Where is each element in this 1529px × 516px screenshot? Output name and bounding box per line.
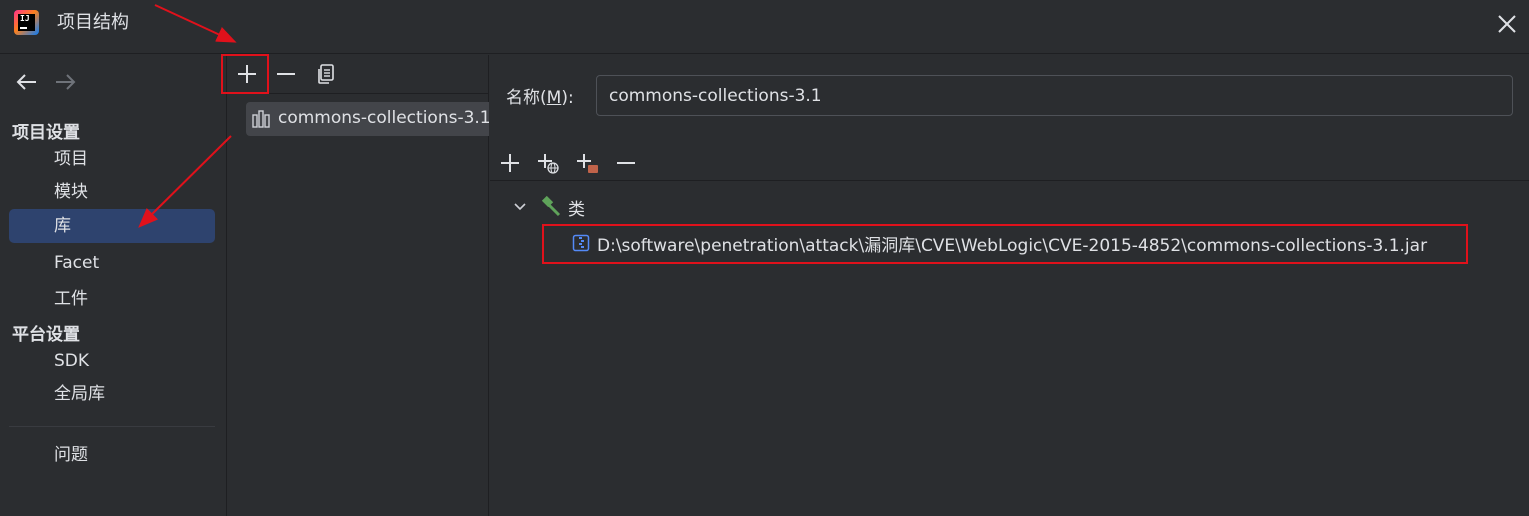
library-roots-toolbar [490,147,1529,181]
library-details-panel: 名称(M): commons-collections-3.1 类 D:\soft… [490,55,1529,516]
remove-root-button[interactable] [614,151,638,175]
name-label-mnemonic: M [546,88,562,108]
libraries-toolbar [228,55,489,94]
sidebar-item-libraries[interactable]: 库 [9,209,215,243]
platform-settings-header: 平台设置 [12,325,80,345]
archive-icon [572,234,590,252]
attach-jar-button[interactable] [575,151,599,175]
intellij-logo-icon: IJ [14,10,39,35]
attach-url-button[interactable] [536,151,560,175]
remove-library-button[interactable] [274,62,298,86]
name-label-suffix: ): [561,88,574,108]
arrow-left-icon [16,74,36,90]
plus-folder-icon [577,154,598,173]
name-label: 名称(M): [506,83,574,108]
sidebar-item-problems[interactable]: 问题 [9,438,215,472]
back-button[interactable] [15,70,39,94]
minus-icon [277,73,295,75]
arrow-right-icon [56,74,76,90]
add-root-button[interactable] [498,151,522,175]
logo-text: IJ [20,14,30,23]
library-list-item[interactable]: commons-collections-3.1 [246,102,489,136]
classes-label: 类 [568,200,585,220]
library-name-input[interactable] [596,75,1513,116]
close-button[interactable] [1493,10,1521,38]
close-icon [1498,15,1516,33]
add-library-button[interactable] [235,62,259,86]
project-settings-header: 项目设置 [12,123,80,143]
sidebar-item-facets[interactable]: Facet [9,246,215,280]
sidebar-item-artifacts[interactable]: 工件 [9,282,215,316]
plus-icon [238,65,256,83]
library-icon [252,110,270,128]
name-label-prefix: 名称( [506,88,547,108]
jar-path: D:\software\penetration\attack\漏洞库\CVE\W… [597,236,1428,256]
plus-globe-icon [538,154,559,174]
sidebar-item-global-libraries[interactable]: 全局库 [9,377,215,411]
plus-icon [501,154,519,172]
project-structure-dialog: IJ 项目结构 项目设置 项目 模块 库 Facet 工件 平台设置 SDK 全… [0,0,1529,516]
forward-button[interactable] [53,70,77,94]
sidebar-item-modules[interactable]: 模块 [9,175,215,209]
minus-icon [617,162,635,164]
sidebar-item-project[interactable]: 项目 [9,142,215,176]
copy-library-button[interactable] [314,62,338,86]
tree-node-classes[interactable]: 类 [510,191,710,221]
window-title: 项目结构 [57,12,129,33]
sidebar-item-sdk[interactable]: SDK [9,344,215,378]
libraries-panel: commons-collections-3.1 [228,55,489,516]
chevron-down-icon[interactable] [512,199,528,215]
title-bar: IJ 项目结构 [0,0,1529,54]
hammer-icon [541,195,561,217]
copy-icon [318,64,334,84]
library-name: commons-collections-3.1 [278,108,489,128]
tree-node-jar[interactable]: D:\software\penetration\attack\漏洞库\CVE\W… [570,228,1470,258]
settings-sidebar: 项目设置 项目 模块 库 Facet 工件 平台设置 SDK 全局库 问题 [0,55,227,516]
sidebar-divider [9,426,215,427]
